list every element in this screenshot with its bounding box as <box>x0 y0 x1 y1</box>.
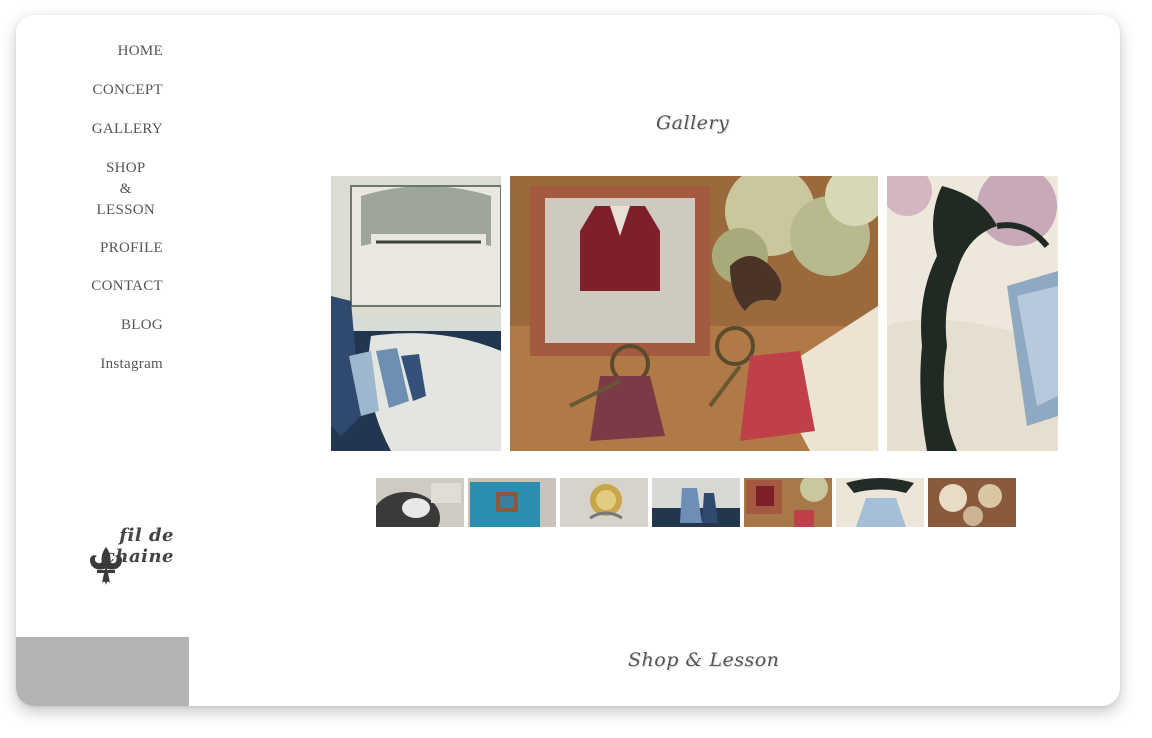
sidebar: HOME CONCEPT GALLERY SHOP & LESSON PROFI… <box>16 15 189 706</box>
thumbnail-6[interactable] <box>836 478 924 527</box>
slide-stand-image <box>887 176 1058 451</box>
thumbnail-1[interactable] <box>376 478 464 527</box>
thumb-flowers <box>928 478 1016 527</box>
nav-contact[interactable]: CONTACT <box>91 278 163 295</box>
thumbnail-3[interactable] <box>560 478 648 527</box>
nav-shop-lesson-line-2: & <box>119 181 132 197</box>
nav-shop-lesson-line-3: LESSON <box>96 202 155 218</box>
slide-keyring-charms[interactable] <box>510 176 878 451</box>
slide-tassels-sheet-music[interactable] <box>331 176 501 451</box>
nav-concept[interactable]: CONCEPT <box>93 82 163 99</box>
thumbnail-5[interactable] <box>744 478 832 527</box>
slide-tassels-image <box>331 176 501 451</box>
nav-instagram[interactable]: Instagram <box>100 356 163 373</box>
thumbnail-7[interactable] <box>928 478 1016 527</box>
nav-gallery[interactable]: GALLERY <box>92 121 163 138</box>
nav-blog[interactable]: BLOG <box>121 317 163 334</box>
thumb-keyrings <box>744 478 832 527</box>
gallery-heading: Gallery <box>656 112 730 134</box>
thumb-blue-tassels <box>652 478 740 527</box>
nav-profile[interactable]: PROFILE <box>100 240 163 257</box>
fleur-de-lis-icon <box>90 547 122 585</box>
slide-tassel-stand[interactable] <box>887 176 1058 451</box>
shop-lesson-heading: Shop & Lesson <box>628 649 780 671</box>
thumb-ring <box>560 478 648 527</box>
thumbnail-2[interactable] <box>468 478 556 527</box>
nav-shop-lesson[interactable]: SHOP & LESSON <box>97 158 155 221</box>
site-logo[interactable]: fil de chaine <box>44 525 174 585</box>
thumbnail-4[interactable] <box>652 478 740 527</box>
nav-home[interactable]: HOME <box>118 43 163 60</box>
thumb-tassel-stand <box>836 478 924 527</box>
thumb-blue-box <box>468 478 556 527</box>
browser-window: HOME CONCEPT GALLERY SHOP & LESSON PROFI… <box>16 15 1120 706</box>
nav-shop-lesson-line-1: SHOP <box>105 160 146 176</box>
sidebar-footer-block <box>16 637 189 706</box>
slide-keyrings-image <box>510 176 878 451</box>
thumb-silver-tray <box>376 478 464 527</box>
